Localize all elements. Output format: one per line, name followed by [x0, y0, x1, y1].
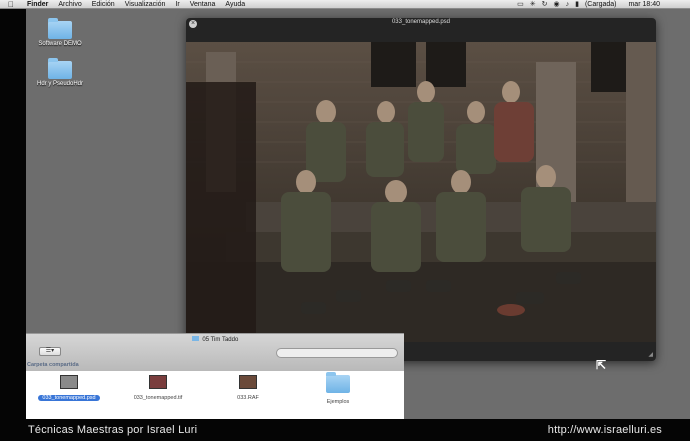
file-thumbnail [149, 375, 167, 389]
menu-edicion[interactable]: Edición [87, 0, 120, 9]
menu-ir[interactable]: Ir [170, 0, 184, 9]
resize-grip-icon[interactable]: ◢ [648, 351, 653, 358]
monitor-icon[interactable]: ▭ [517, 0, 524, 9]
desktop-folder-software-demo[interactable]: Software DEMO [28, 18, 92, 47]
clock[interactable]: mar 18:40 [622, 0, 660, 9]
finder-content: Carpeta compartida 033_tonemapped.psd 03… [26, 362, 404, 423]
menu-archivo[interactable]: Archivo [53, 0, 86, 9]
caption-right: http://www.israelluri.es [547, 424, 662, 436]
video-caption: Técnicas Maestras por Israel Luri http:/… [0, 419, 690, 441]
folder-icon [326, 372, 350, 393]
folder-icon [191, 336, 199, 341]
file-name: 033_tonemapped.psd [38, 395, 100, 401]
file-item-raf[interactable]: 033.RAF [209, 375, 287, 401]
file-item-psd[interactable]: 033_tonemapped.psd [30, 375, 108, 401]
quicklook-title: 033_tonemapped.psd [391, 19, 451, 25]
folder-item-ejemplos[interactable]: Ejemplos [299, 372, 377, 405]
bluetooth-icon[interactable]: ✳ [530, 0, 536, 9]
desktop-folder-label: Software DEMO [38, 41, 82, 47]
sidebar-section-shared: Carpeta compartida [27, 362, 79, 368]
view-options-button[interactable]: ☰▾ [39, 347, 61, 356]
sync-icon[interactable]: ↻ [542, 0, 548, 9]
menu-ventana[interactable]: Ventana [185, 0, 221, 9]
battery-icon[interactable]: ▮ [575, 0, 579, 9]
file-item-tif[interactable]: 033_tonemapped.tif [119, 375, 197, 401]
quicklook-window: × 033_tonemapped.psd ⇱ ◢ [186, 18, 656, 372]
menu-ayuda[interactable]: Ayuda [220, 0, 250, 9]
fullscreen-icon[interactable]: ⇱ [596, 358, 606, 372]
file-name: Ejemplos [326, 399, 350, 405]
finder-window-title: 05 Tim Taddo [26, 336, 404, 343]
file-name: 033.RAF [237, 395, 259, 401]
caption-left: Técnicas Maestras por Israel Luri [28, 424, 198, 436]
folder-icon [48, 58, 72, 79]
search-input[interactable] [276, 348, 398, 358]
file-name: 033_tonemapped.tif [133, 395, 183, 401]
desktop-folder-hdr[interactable]: Hdr y PseudoHdr [28, 58, 92, 87]
finder-toolbar: 05 Tim Taddo ☰▾ [26, 333, 404, 371]
menu-visualizacion[interactable]: Visualización [120, 0, 171, 9]
volume-icon[interactable]: ♪ [566, 0, 570, 9]
hdr-photo-illustration [186, 42, 656, 342]
battery-status: (Cargada) [584, 0, 617, 8]
file-thumbnail [60, 375, 78, 389]
menu-finder[interactable]: Finder [22, 0, 53, 9]
folder-icon [48, 18, 72, 39]
apple-icon[interactable]:  [0, 0, 22, 9]
left-video-border [0, 9, 26, 419]
desktop-folder-label: Hdr y PseudoHdr [36, 81, 84, 87]
file-thumbnail [239, 375, 257, 389]
wifi-icon[interactable]: ◉ [553, 0, 559, 9]
menu-bar:  Finder Archivo Edición Visualización I… [0, 0, 690, 9]
finder-title-text: 05 Tim Taddo [202, 337, 239, 343]
preview-image [186, 42, 656, 342]
